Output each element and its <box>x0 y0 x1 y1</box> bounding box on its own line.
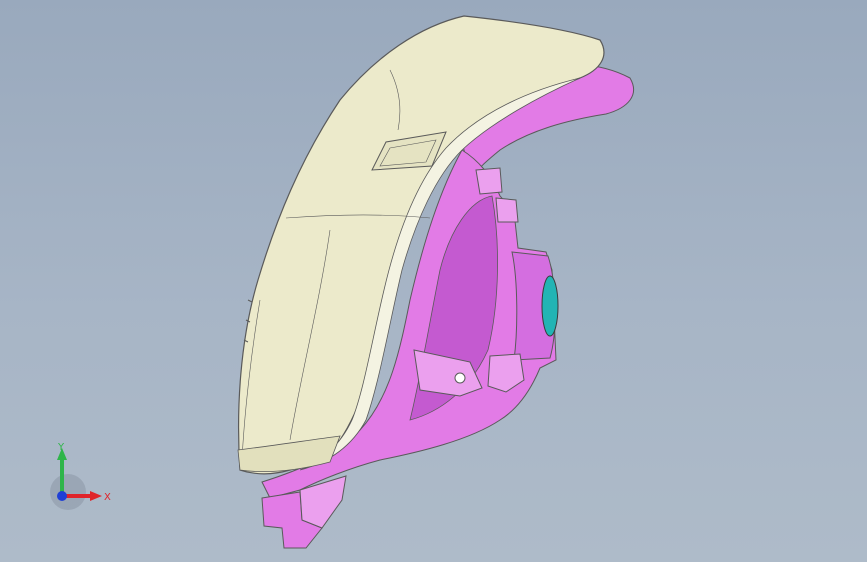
cad-graphics-viewport[interactable]: Y X <box>0 0 867 562</box>
triad-z-axis-icon <box>57 491 67 501</box>
top-mounting-tab[interactable] <box>475 167 503 195</box>
triad-origin-shadow-icon <box>50 474 86 510</box>
triad-x-arrow-icon <box>90 491 102 501</box>
bracket-hole <box>454 372 466 384</box>
triad-x-label: X <box>104 492 111 503</box>
headlamp-3d-model[interactable] <box>0 0 867 562</box>
coordinate-triad: Y X <box>50 442 111 510</box>
side-mounting-tab[interactable] <box>495 197 519 223</box>
triad-y-label: Y <box>57 442 65 453</box>
bulb-cap[interactable] <box>541 275 559 337</box>
